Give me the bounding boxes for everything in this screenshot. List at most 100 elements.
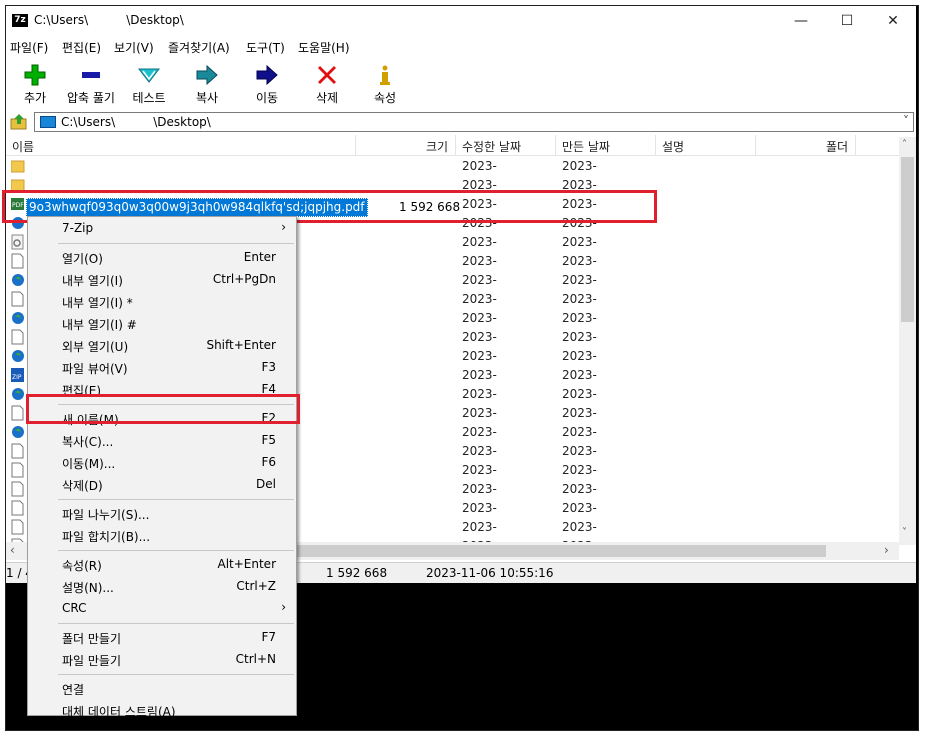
context-item-label: 파일 뷰어(V) (62, 362, 128, 376)
context-item-label: 속성(R) (62, 559, 102, 573)
file-icon (11, 405, 24, 421)
menu-file[interactable]: 파일(F) (10, 39, 48, 56)
window-title: C:\Users\ \Desktop\ (34, 13, 184, 27)
row-modified-date: 2023- (462, 501, 497, 515)
address-input[interactable]: C:\Users\ \Desktop\ ˅ (34, 112, 914, 132)
column-folders[interactable]: 폴더 (826, 138, 848, 155)
column-separator[interactable] (455, 135, 456, 155)
minimize-button[interactable]: — (778, 6, 824, 36)
context-item-13[interactable]: 파일 합치기(B)... (28, 525, 296, 547)
folder-icon (10, 158, 25, 174)
scroll-up-icon[interactable]: ˄ (902, 139, 907, 150)
column-separator[interactable] (755, 135, 756, 155)
delete-button[interactable]: 삭제 (298, 60, 356, 110)
title-bar: 7z C:\Users\ \Desktop\ — ☐ ✕ (6, 6, 916, 36)
toolbar: 추가 압축 풀기 테스트 복사 이동 삭제 속성 (6, 60, 916, 110)
context-item-1[interactable]: 열기(O) Enter (28, 247, 296, 269)
context-item-16[interactable]: CRC › (28, 598, 296, 620)
context-item-19[interactable]: 연결 (28, 678, 296, 700)
column-separator[interactable] (855, 135, 856, 155)
context-item-20[interactable]: 대체 데이터 스트림(A) (28, 700, 296, 722)
horizontal-scroll-thumb[interactable] (296, 545, 826, 557)
extract-button[interactable]: 압축 풀기 (62, 60, 120, 110)
row-modified-date: 2023- (462, 292, 497, 306)
close-button[interactable]: ✕ (870, 6, 916, 36)
maximize-button[interactable]: ☐ (824, 6, 870, 36)
scroll-down-icon[interactable]: ˅ (902, 527, 907, 538)
column-modified[interactable]: 수정한 날짜 (462, 138, 521, 155)
row-modified-date: 2023- (462, 425, 497, 439)
properties-button[interactable]: 속성 (356, 60, 414, 110)
copy-arrow-icon (196, 64, 218, 86)
row-created-date: 2023- (562, 349, 597, 363)
test-button[interactable]: 테스트 (120, 60, 178, 110)
context-menu-separator (58, 674, 294, 675)
context-item-14[interactable]: 속성(R) Alt+Enter (28, 554, 296, 576)
menu-edit[interactable]: 편집(E) (62, 39, 101, 56)
file-icon (11, 519, 24, 535)
globe-icon (11, 424, 24, 440)
row-modified-date: 2023- (462, 235, 497, 249)
context-item-3[interactable]: 내부 열기(I) * (28, 291, 296, 313)
column-separator[interactable] (355, 135, 356, 155)
context-item-label: 연결 (62, 683, 85, 697)
context-menu-separator (58, 550, 294, 551)
row-modified-date: 2023- (462, 330, 497, 344)
column-separator[interactable] (555, 135, 556, 155)
column-created[interactable]: 만든 날짜 (562, 138, 610, 155)
context-item-shortcut: Enter (243, 250, 276, 264)
context-item-label: 이동(M)... (62, 457, 116, 471)
plus-icon (24, 64, 46, 86)
context-item-shortcut: Del (256, 477, 276, 491)
list-header: 이름 크기 수정한 날짜 만든 날짜 설명 폴더 (6, 135, 916, 156)
context-item-10[interactable]: 이동(M)... F6 (28, 452, 296, 474)
context-item-11[interactable]: 삭제(D) Del (28, 474, 296, 496)
menu-tools[interactable]: 도구(T) (246, 39, 285, 56)
add-button[interactable]: 추가 (6, 60, 64, 110)
context-item-shortcut: Ctrl+PgDn (212, 272, 276, 286)
row-created-date: 2023- (562, 387, 597, 401)
context-item-2[interactable]: 내부 열기(I) Ctrl+PgDn (28, 269, 296, 291)
move-button[interactable]: 이동 (238, 60, 296, 110)
row-created-date: 2023- (562, 159, 597, 173)
vertical-scroll-thumb[interactable] (901, 157, 914, 322)
row-created-date: 2023- (562, 311, 597, 325)
menu-favorites[interactable]: 즐겨찾기(A) (168, 39, 230, 56)
chevron-down-icon[interactable]: ˅ (903, 114, 909, 128)
menu-help[interactable]: 도움말(H) (298, 39, 350, 56)
context-item-0[interactable]: 7-Zip › (28, 218, 296, 240)
svg-text:ZIP: ZIP (12, 374, 22, 381)
column-size[interactable]: 크기 (426, 138, 448, 155)
context-item-18[interactable]: 파일 만들기 Ctrl+N (28, 649, 296, 671)
copy-button[interactable]: 복사 (178, 60, 236, 110)
context-item-6[interactable]: 파일 뷰어(V) F3 (28, 357, 296, 379)
context-menu-separator (58, 623, 294, 624)
context-item-label: 내부 열기(I) (62, 274, 123, 288)
context-item-4[interactable]: 내부 열기(I) # (28, 313, 296, 335)
row-created-date: 2023- (562, 292, 597, 306)
scroll-right-icon[interactable]: › (884, 543, 889, 557)
context-item-15[interactable]: 설명(N)... Ctrl+Z (28, 576, 296, 598)
row-created-date: 2023- (562, 368, 597, 382)
table-row[interactable]: 2023- 2023- (6, 157, 896, 176)
context-item-5[interactable]: 외부 열기(U) Shift+Enter (28, 335, 296, 357)
vertical-scrollbar[interactable]: ˄ ˅ (899, 137, 916, 545)
row-created-date: 2023- (562, 520, 597, 534)
row-modified-date: 2023- (462, 273, 497, 287)
file-icon (11, 500, 24, 516)
up-folder-button[interactable] (10, 113, 28, 131)
column-name[interactable]: 이름 (12, 138, 34, 155)
scroll-left-icon[interactable]: ‹ (10, 543, 15, 557)
row-created-date: 2023- (562, 330, 597, 344)
file-icon (11, 481, 24, 497)
context-item-label: 외부 열기(U) (62, 340, 129, 354)
column-comment[interactable]: 설명 (662, 138, 684, 155)
context-item-9[interactable]: 복사(C)... F5 (28, 430, 296, 452)
context-item-17[interactable]: 폴더 만들기 F7 (28, 627, 296, 649)
row-created-date: 2023- (562, 463, 597, 477)
context-item-12[interactable]: 파일 나누기(S)... (28, 503, 296, 525)
column-separator[interactable] (655, 135, 656, 155)
row-created-date: 2023- (562, 406, 597, 420)
context-item-shortcut: Ctrl+N (235, 652, 276, 666)
menu-view[interactable]: 보기(V) (114, 39, 154, 56)
